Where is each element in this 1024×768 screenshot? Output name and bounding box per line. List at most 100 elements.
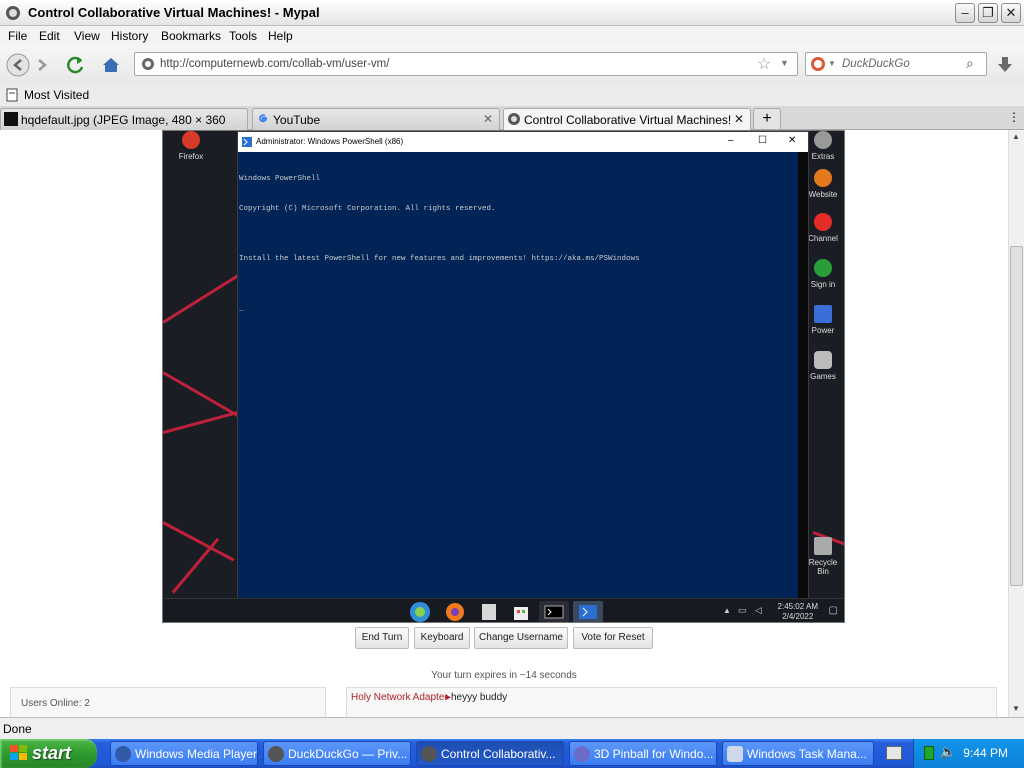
taskbar-item-label: Control Collaborativ... bbox=[441, 747, 556, 761]
new-tab-button[interactable]: + bbox=[753, 108, 781, 130]
tab-list-icon[interactable]: ⋮⋮ bbox=[1008, 110, 1024, 124]
users-online-panel: Users Online: 2 bbox=[10, 687, 326, 717]
home-icon[interactable] bbox=[99, 53, 123, 77]
tab-label: Control Collaborative Virtual Machines! bbox=[524, 113, 732, 127]
close-button[interactable]: ✕ bbox=[1001, 3, 1021, 23]
vm-volume-icon[interactable]: ◁ bbox=[755, 605, 762, 616]
vm-network-icon[interactable]: ▭ bbox=[738, 605, 747, 616]
scroll-up-icon[interactable]: ▲ bbox=[1012, 132, 1020, 141]
taskbar-item-task-manager[interactable]: Windows Task Mana... bbox=[722, 741, 874, 766]
turn-expiry-text: Your turn expires in ~14 seconds bbox=[431, 670, 577, 681]
desktop-icon-games[interactable]: Games bbox=[803, 351, 843, 381]
ps-close-icon[interactable]: ✕ bbox=[788, 135, 796, 146]
vm-notification-icon[interactable]: ▢ bbox=[829, 605, 838, 616]
vm-tray-chevron-icon[interactable]: ▲ bbox=[723, 606, 731, 615]
tab-close-icon[interactable]: ✕ bbox=[734, 112, 744, 126]
search-bar[interactable]: ▼ DuckDuckGo ⌕ bbox=[805, 52, 987, 76]
taskbar-item-media-player[interactable]: Windows Media Player bbox=[110, 741, 258, 766]
powershell-title-bar[interactable]: Administrator: Windows PowerShell (x86) … bbox=[238, 132, 808, 152]
menu-file[interactable]: File bbox=[8, 29, 27, 43]
desktop-icon-recycle-bin[interactable]: Recycle Bin bbox=[803, 537, 843, 576]
task-manager-tray-icon[interactable] bbox=[924, 746, 934, 760]
powershell-icon bbox=[242, 137, 252, 147]
desktop-icon-sign-in[interactable]: Sign in bbox=[803, 259, 843, 289]
desktop-icon-channel[interactable]: Channel bbox=[803, 213, 843, 243]
search-icon[interactable]: ⌕ bbox=[966, 55, 974, 72]
keyboard-button[interactable]: Keyboard bbox=[414, 627, 470, 649]
tab-collabvm[interactable]: Control Collaborative Virtual Machines! … bbox=[503, 108, 751, 130]
ps-minimize-icon[interactable]: – bbox=[728, 135, 734, 146]
taskbar-item-collabvm[interactable]: Control Collaborativ... bbox=[416, 741, 564, 766]
vm-firefox-icon[interactable] bbox=[442, 601, 468, 622]
console-line: Copyright (C) Microsoft Corporation. All… bbox=[239, 205, 496, 213]
forward-icon[interactable] bbox=[33, 53, 53, 77]
most-visited-link[interactable]: Most Visited bbox=[24, 88, 89, 102]
scroll-thumb[interactable] bbox=[1010, 246, 1023, 586]
change-username-button[interactable]: Change Username bbox=[474, 627, 568, 649]
bookmark-star-icon[interactable]: ☆ bbox=[757, 54, 771, 74]
vm-file-explorer-icon[interactable] bbox=[476, 601, 502, 622]
desktop-icon-extras[interactable]: Extras bbox=[803, 131, 843, 161]
vm-screen[interactable]: Firefox Extras Website Channel Sign in P… bbox=[162, 130, 845, 623]
desktop-icon-label: Firefox bbox=[178, 152, 204, 161]
desktop-icon-label: Website bbox=[808, 190, 838, 199]
ps-maximize-icon[interactable]: ☐ bbox=[758, 135, 767, 146]
duckduckgo-icon[interactable] bbox=[810, 56, 826, 72]
vm-clock[interactable]: 2:45:02 AM 2/4/2022 bbox=[778, 602, 818, 622]
url-dropdown-icon[interactable]: ▼ bbox=[780, 58, 789, 68]
taskbar-item-pinball[interactable]: 3D Pinball for Windo... bbox=[569, 741, 717, 766]
windows-logo-icon bbox=[10, 745, 27, 760]
system-tray: 🔈 9:44 PM bbox=[913, 739, 1024, 768]
menu-view[interactable]: View bbox=[74, 29, 100, 43]
desktop-icon-website[interactable]: Website bbox=[803, 169, 843, 199]
console-line: Install the latest PowerShell for new fe… bbox=[239, 255, 640, 263]
powershell-scrollbar[interactable] bbox=[798, 152, 808, 598]
vm-start-orb-icon[interactable] bbox=[407, 601, 433, 622]
desktop-icon-power[interactable]: Power bbox=[803, 305, 843, 335]
tab-label: hqdefault.jpg (JPEG Image, 480 × 360 pi.… bbox=[21, 113, 229, 127]
desktop-icon-label: Recycle Bin bbox=[808, 558, 838, 576]
chat-message: heyyy buddy bbox=[451, 692, 508, 703]
start-button[interactable]: start bbox=[0, 739, 97, 768]
tab-hqdefault[interactable]: hqdefault.jpg (JPEG Image, 480 × 360 pi.… bbox=[0, 108, 248, 130]
most-visited-icon bbox=[6, 88, 18, 102]
end-turn-button[interactable]: End Turn bbox=[355, 627, 409, 649]
menu-edit[interactable]: Edit bbox=[39, 29, 60, 43]
vm-powershell-taskbar-icon[interactable] bbox=[573, 601, 603, 622]
status-text: Done bbox=[3, 722, 32, 736]
firefox-icon bbox=[182, 131, 200, 149]
back-icon[interactable] bbox=[6, 53, 30, 77]
volume-tray-icon[interactable]: 🔈 bbox=[940, 744, 956, 760]
search-engine-dropdown-icon[interactable]: ▼ bbox=[828, 59, 836, 68]
vm-store-icon[interactable] bbox=[508, 601, 534, 622]
menu-bar: File Edit View History Bookmarks Tools H… bbox=[0, 26, 1024, 46]
vm-cmd-icon[interactable] bbox=[539, 601, 569, 622]
scroll-down-icon[interactable]: ▼ bbox=[1012, 704, 1020, 713]
taskbar-item-duckduckgo[interactable]: DuckDuckGo — Priv... bbox=[263, 741, 411, 766]
wallpaper-line bbox=[171, 537, 220, 594]
download-icon[interactable] bbox=[993, 53, 1017, 77]
tab-close-icon[interactable]: ✕ bbox=[483, 112, 493, 126]
menu-help[interactable]: Help bbox=[268, 29, 293, 43]
menu-history[interactable]: History bbox=[111, 29, 148, 43]
page-scrollbar[interactable]: ▲ ▼ bbox=[1008, 130, 1024, 717]
reload-icon[interactable] bbox=[63, 53, 87, 77]
powershell-console[interactable]: Windows PowerShell Copyright (C) Microso… bbox=[239, 154, 640, 334]
keyboard-layout-icon[interactable] bbox=[886, 746, 902, 760]
vote-reset-button[interactable]: Vote for Reset bbox=[573, 627, 653, 649]
chat-username[interactable]: Holy Network Adapter bbox=[351, 692, 448, 703]
system-clock[interactable]: 9:44 PM bbox=[963, 746, 1008, 760]
tab-youtube[interactable]: YouTube ✕ bbox=[252, 108, 500, 130]
status-bar: Done bbox=[0, 717, 1024, 739]
minimize-button[interactable]: – bbox=[955, 3, 975, 23]
site-identity-icon[interactable] bbox=[140, 56, 156, 72]
users-online-count: Users Online: 2 bbox=[21, 698, 90, 709]
maximize-button[interactable]: ❐ bbox=[978, 3, 998, 23]
menu-bookmarks[interactable]: Bookmarks bbox=[161, 29, 221, 43]
taskbar-item-label: Windows Media Player bbox=[135, 747, 258, 761]
url-bar[interactable]: http://computernewb.com/collab-vm/user-v… bbox=[134, 52, 798, 76]
desktop-icon-label: Games bbox=[810, 372, 836, 381]
desktop-icon-firefox[interactable]: Firefox bbox=[171, 131, 211, 161]
menu-tools[interactable]: Tools bbox=[229, 29, 257, 43]
powershell-window[interactable]: Administrator: Windows PowerShell (x86) … bbox=[237, 131, 809, 599]
